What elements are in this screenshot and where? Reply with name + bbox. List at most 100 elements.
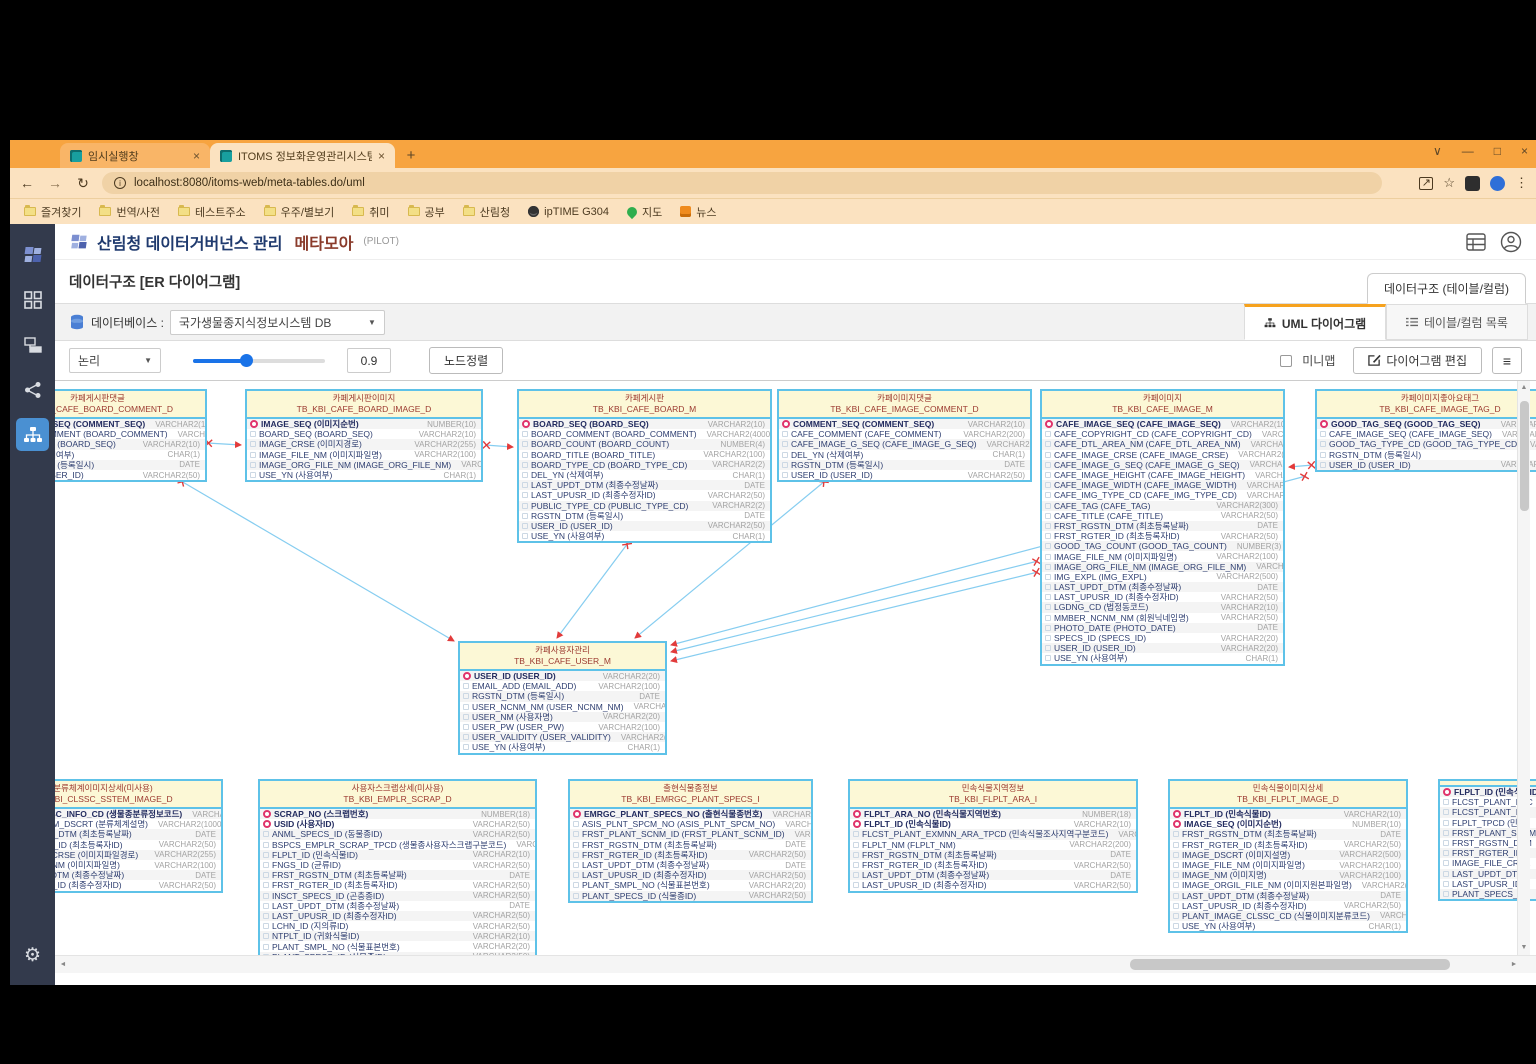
horizontal-scroll-thumb[interactable] [1130, 959, 1450, 970]
zoom-slider[interactable] [193, 353, 325, 367]
new-tab-button[interactable]: + [399, 143, 423, 167]
entity-column: LCHN_ID (지의류ID) VARCHAR2(50) [260, 921, 535, 931]
er-diagram-canvas[interactable]: 카페게시판댓글TB_KBI_CAFE_BOARD_COMMENT_DCOMMEN… [55, 381, 1536, 955]
bookmark-item[interactable]: 테스트주소 [178, 204, 246, 220]
scroll-left-icon[interactable]: ◄ [55, 961, 71, 968]
window-minimize-icon[interactable]: — [1462, 144, 1474, 158]
scroll-down-icon[interactable]: ▼ [1521, 941, 1528, 955]
board-list-icon[interactable] [1466, 232, 1486, 251]
entity-TB_KBI_FLPLT_ARA_I[interactable]: 민속식물지역정보 TB_KBI_FLPLT_ARA_I FLPLT_ARA_NO (… [848, 779, 1138, 893]
entity-column-pk: IMAGE_SEQ (이미지순번) NUMBER(10) [1170, 819, 1406, 829]
entity-column: LAST_UPDT_DTM (최종수정날짜)DATE [519, 480, 770, 491]
bookmark-item[interactable]: 즐겨찾기 [24, 204, 81, 220]
sidebar-item-share[interactable] [16, 373, 49, 406]
window-close-icon[interactable]: × [1521, 144, 1528, 158]
vertical-scroll-thumb[interactable] [1519, 401, 1529, 511]
zoom-value-input[interactable]: 0.9 [347, 348, 391, 373]
column-icon [1045, 584, 1051, 591]
extension-icon[interactable] [1465, 175, 1480, 191]
column-icon [782, 472, 788, 479]
entity-TB_KBI_CAFE_BOARD_M[interactable]: 카페게시판 TB_KBI_CAFE_BOARD_M BOARD_SEQ (BOARD… [517, 389, 772, 544]
column-icon [522, 451, 528, 458]
entity-TB_KBI_CAFE_IMAGE_TAG_D[interactable]: 카페이미지좋아요태그 TB_KBI_CAFE_IMAGE_TAG_D GOOD_TA… [1315, 389, 1536, 472]
tab-data-structure[interactable]: 데이터구조 (테이블/컬럼) [1366, 273, 1526, 304]
entity-column: LAST_UPUSR_ID (최종수정자ID)VARCHAR2(50) [55, 880, 216, 891]
column-icon [573, 821, 579, 828]
bookmark-item[interactable]: 지도 [624, 204, 662, 220]
scroll-up-icon[interactable]: ▲ [1521, 381, 1528, 395]
tab-close-icon[interactable]: × [378, 149, 385, 163]
bookmark-item[interactable]: 취미 [352, 204, 390, 220]
refresh-icon[interactable]: ↻ [74, 175, 92, 192]
back-icon[interactable]: ← [18, 175, 36, 191]
diagram-menu-button[interactable]: ≡ [1492, 347, 1522, 374]
window-maximize-icon[interactable]: □ [1494, 144, 1501, 158]
user-profile-icon[interactable] [1500, 231, 1522, 253]
sidebar-item-dashboard[interactable] [16, 283, 49, 316]
entity-header: 카페이미지좋아요태그 TB_KBI_CAFE_IMAGE_TAG_D [1317, 391, 1536, 419]
window-menu-icon[interactable]: ∨ [1433, 144, 1442, 158]
entity-column: DEL_YN (삭제여부)CHAR(1) [55, 449, 200, 460]
logic-select[interactable]: 논리 ▼ [69, 348, 161, 373]
bookmark-item[interactable]: ipTIME G304 [528, 206, 609, 218]
entity-TB_KBI_FLPLT_IMAGE_D[interactable]: 민속식물이미지상세 TB_KBI_FLPLT_IMAGE_D FLPLT_ID (민… [1168, 779, 1408, 934]
entity-column: USE_YN (사용여부) CHAR(1) [519, 531, 770, 541]
column-icon [522, 482, 528, 489]
entity-column: BOARD_SEQ (BOARD_SEQ)VARCHAR2(10) [55, 439, 205, 450]
relationship-line [670, 556, 1042, 654]
column-icon [1173, 862, 1179, 869]
app-title-accent: 메타모아 [294, 235, 354, 253]
entity-column: IMAGE_FILE_NM (이미지파일명)VARCHAR2(100) [55, 860, 216, 871]
sidebar-item-er-diagram[interactable] [16, 418, 49, 451]
address-bar[interactable]: i localhost:8080/itoms-web/meta-tables.d… [102, 172, 1382, 194]
chrome-menu-icon[interactable]: ⋮ [1515, 175, 1528, 191]
column-icon [522, 441, 528, 448]
database-select[interactable]: 국가생물종지식정보시스템 DB ▼ [169, 309, 385, 335]
entity-column: CAFE_TAG (CAFE_TAG) VARCHAR2(300) [1042, 500, 1283, 511]
settings-gear-icon[interactable]: ⚙ [24, 944, 41, 967]
entity-column: LAST_UPDT_DTM (최종수정날짜)DATE [570, 860, 811, 870]
column-icon [463, 683, 469, 690]
slider-thumb[interactable] [239, 353, 253, 367]
edit-diagram-button[interactable]: 다이어그램 편집 [1353, 347, 1482, 374]
tab-close-icon[interactable]: × [193, 149, 200, 163]
forward-icon[interactable]: → [46, 175, 64, 191]
bookmark-item[interactable]: 번역/사전 [99, 204, 160, 220]
column-icon [782, 451, 788, 458]
entity-TB_KBI_CAFE_USER_M[interactable]: 카페사용자관리 TB_KBI_CAFE_USER_M USER_ID (USER_I… [458, 641, 667, 755]
entity-column: GOOD_TAG_COUNT (GOOD_TAG_COUNT) NUMBER(3) [1042, 541, 1283, 552]
bookmark-item[interactable]: 공부 [407, 204, 445, 220]
column-icon [1045, 472, 1051, 479]
bookmark-item[interactable]: 산림청 [462, 204, 510, 220]
entity-TB_KBI_CAFE_IMAGE_COMMENT_D[interactable]: 카페이미지댓글 TB_KBI_CAFE_IMAGE_COMMENT_D COMMEN… [777, 389, 1032, 483]
browser-tab-itoms[interactable]: ITOMS 정보화운영관리시스템 × [210, 143, 395, 168]
bookmark-star-icon[interactable]: ☆ [1443, 175, 1455, 191]
share-icon[interactable]: ↗ [1419, 176, 1434, 190]
sidebar-item-database[interactable] [16, 328, 49, 361]
node-align-button[interactable]: 노드정렬 [429, 347, 504, 374]
entity-TB_KBI_EMRGC_PLANT_SPECS_I[interactable]: 출현식물종정보 TB_KBI_EMRGC_PLANT_SPECS_I EMRGC_P… [568, 779, 813, 903]
entity-column: FRST_RGTER_ID (최초등록자ID)VARCHAR2(50) [850, 860, 1136, 870]
entity-TB_KBI_CLSSC_SSTEM_IMAGE_D[interactable]: 분류체계이미지상세(미사용)TB_KBI_CLSSC_SSTEM_IMAGE_D… [55, 779, 223, 893]
entity-TB_KBI_CAFE_BOARD_COMMENT_D[interactable]: 카페게시판댓글TB_KBI_CAFE_BOARD_COMMENT_DCOMMEN… [55, 389, 207, 483]
column-icon [263, 841, 269, 848]
tab-table-column-list[interactable]: 테이블/컬럼 목록 [1386, 304, 1528, 340]
profile-avatar[interactable] [1490, 175, 1505, 191]
bookmark-item[interactable]: 우주/별보기 [263, 204, 334, 220]
vertical-scrollbar[interactable]: ▲ ▼ [1517, 381, 1530, 955]
browser-tab-temp[interactable]: 임시실행창 × [60, 143, 210, 168]
column-icon [463, 724, 469, 731]
bookmark-item[interactable]: 뉴스 [680, 204, 716, 220]
horizontal-scrollbar[interactable]: ◄ ► [55, 955, 1536, 973]
entity-column: DEL_YN (삭제여부)CHAR(1) [519, 470, 770, 480]
entity-column: LAST_UPDT_DTM (최종수정날짜)DATE [1042, 582, 1283, 593]
entity-column: USE_YN (사용여부) CHAR(1) [460, 742, 665, 752]
entity-TB_KBI_CAFE_BOARD_IMAGE_D[interactable]: 카페게시판이미지 TB_KBI_CAFE_BOARD_IMAGE_D IMAGE_S… [245, 389, 483, 483]
minimap-checkbox[interactable] [1280, 354, 1293, 367]
scroll-right-icon[interactable]: ► [1506, 961, 1522, 968]
entity-TB_KBI_CAFE_IMAGE_M[interactable]: 카페이미지 TB_KBI_CAFE_IMAGE_M CAFE_IMAGE_SEQ (… [1040, 389, 1285, 666]
globe-icon [528, 206, 540, 217]
tab-uml-diagram[interactable]: UML 다이어그램 [1244, 304, 1386, 340]
entity-TB_KBI_EMPLR_SCRAP_D[interactable]: 사용자스크랩상세(미사용) TB_KBI_EMPLR_SCRAP_D SCRAP_N… [258, 779, 537, 955]
site-info-icon[interactable]: i [114, 177, 126, 189]
